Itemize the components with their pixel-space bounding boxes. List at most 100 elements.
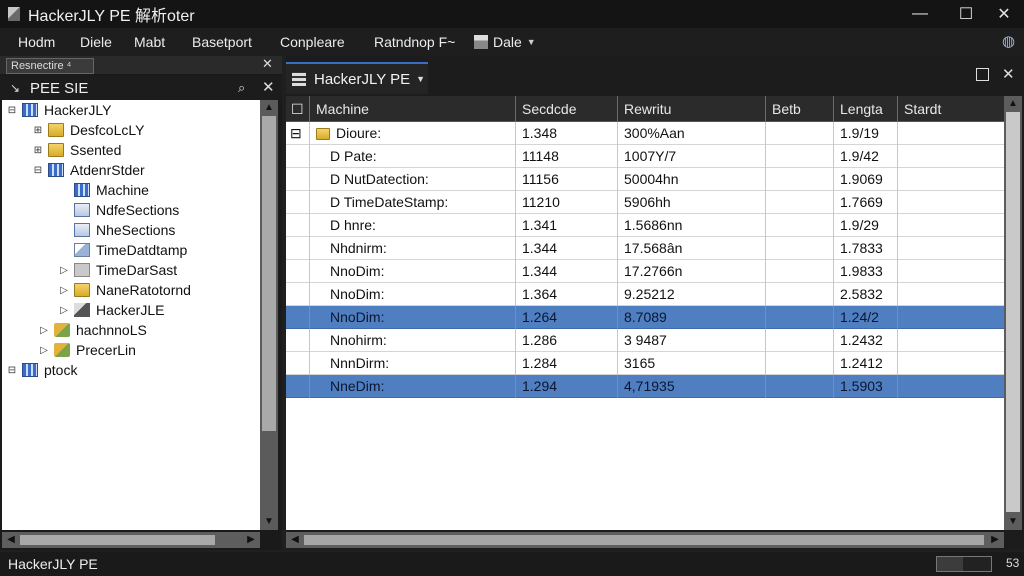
tree-item[interactable]: Machine [58,180,149,200]
tree-item[interactable]: ▷ TimeDarSast [58,260,177,280]
tree-item[interactable]: ⊞ Ssented [32,140,122,160]
scroll-up-icon[interactable]: ▲ [1004,96,1022,112]
globe-icon[interactable]: ◍ [1002,28,1015,56]
tree-item[interactable]: NdfeSections [58,200,179,220]
search-icon[interactable]: ⌕ [238,80,245,96]
tree-item-label: PrecerLin [76,342,136,358]
tree-item[interactable]: ▷ hachnnoLS [38,320,147,340]
close-icon[interactable]: ✕ [1002,65,1015,83]
expand-icon[interactable]: ⊞ [32,125,44,136]
scroll-down-icon[interactable]: ▼ [1004,514,1022,530]
table-row[interactable]: D Pate: 11148 1007Y/7 1.9/42 [286,145,1004,168]
document-icon [74,223,90,237]
column-header[interactable]: Machine [310,96,516,122]
cell-text: 1.2432 [840,332,883,348]
grid-horizontal-scrollbar[interactable]: ◀ ▶ [286,532,1004,548]
expand-icon[interactable]: ▷ [58,265,70,276]
scroll-down-icon[interactable]: ▼ [260,514,278,530]
table-cell: 1.341 [516,214,618,237]
cell-text: 1.348 [522,125,558,141]
tree-item[interactable]: NheSections [58,220,175,240]
folder-icon [316,128,330,141]
scroll-left-icon[interactable]: ◀ [2,532,20,548]
table-cell: 1.7833 [834,237,898,260]
tree-vertical-scrollbar[interactable]: ▲ ▼ [260,100,278,530]
collapse-icon[interactable]: ⊟ [32,165,44,176]
table-row[interactable]: D TimeDateStamp: 11210 5906hh 1.7669 [286,191,1004,214]
select-all-checkbox[interactable]: ☐ [286,96,310,122]
expand-icon[interactable]: ▷ [38,325,50,336]
tree-item[interactable]: ▷ NaneRatotornd [58,280,191,300]
table-cell: 17.568ân [618,237,766,260]
tree-item[interactable]: ⊟ AtdenrStder [32,160,145,180]
table-row[interactable]: Nnohirm: 1.286 3 9487 1.2432 [286,329,1004,352]
left-panel-tab[interactable]: Resnectire ⁴ [6,58,94,74]
scrollbar-thumb[interactable] [20,535,215,545]
scrollbar-thumb[interactable] [304,535,984,545]
menu-item-ratndnop[interactable]: Ratndnop F~ [374,28,455,56]
close-button[interactable]: ✕ [984,0,1024,28]
column-header[interactable]: Betb [766,96,834,122]
layout-icon[interactable] [976,68,989,81]
menu-item-mabt[interactable]: Mabt [134,28,165,56]
table-row[interactable]: D NutDatection: 11156 50004hn 1.9069 [286,168,1004,191]
scroll-right-icon[interactable]: ▶ [242,532,260,548]
tree-item-hackerjly[interactable]: ⊟ HackerJLY [6,100,112,120]
table-row[interactable]: D hnre: 1.341 1.5686nn 1.9/29 [286,214,1004,237]
table-cell: 3 9487 [618,329,766,352]
collapse-icon[interactable]: ⊟ [6,105,18,116]
table-row[interactable]: NnnDirm: 1.284 3165 1.2412 [286,352,1004,375]
menu-item-dale[interactable]: Dale ▼ [474,28,536,56]
scroll-up-icon[interactable]: ▲ [260,100,278,116]
tree-item[interactable]: TimeDatdtamp [58,240,187,260]
left-panel-title: PEE SIE [30,79,89,97]
minimize-button[interactable]: — [900,0,940,28]
menu-item-diele[interactable]: Diele [80,28,112,56]
maximize-button[interactable]: ☐ [946,0,986,28]
tree-view[interactable]: ⊟ HackerJLY ⊞ DesfcoLcLY ⊞ Ssented ⊟ Atd… [2,100,260,530]
menu-item-conpleare[interactable]: Conpleare [280,28,345,56]
tree-item-label: hachnnoLS [76,322,147,338]
expand-icon[interactable]: ▷ [58,285,70,296]
row-name-cell: D NutDatection: [310,168,516,191]
close-icon[interactable]: ✕ [262,78,275,96]
table-row[interactable]: ⊟ Dioure: 1.348 300%Aan 1.9/19 [286,122,1004,145]
close-icon[interactable]: ✕ [262,56,273,72]
scrollbar-thumb[interactable] [1006,112,1020,512]
tree-item[interactable]: ▷ HackerJLE [58,300,164,320]
row-name-cell: NnoDim: [310,283,516,306]
table-cell [898,168,1004,191]
folder-icon [48,123,64,137]
column-header[interactable]: Rewritu [618,96,766,122]
column-header[interactable]: Stardt [898,96,1004,122]
data-grid[interactable]: ☐ Machine Secdcde Rewritu Betb Lengta St… [286,96,1004,530]
table-cell: 1.348 [516,122,618,145]
table-row[interactable]: NnoDim: 1.364 9.25212 2.5832 [286,283,1004,306]
table-row[interactable]: Nhdnirm: 1.344 17.568ân 1.7833 [286,237,1004,260]
expand-icon[interactable]: ▷ [38,345,50,356]
pin-icon[interactable]: ↘ [10,81,20,95]
grid-vertical-scrollbar[interactable]: ▲ ▼ [1004,96,1022,530]
expand-icon[interactable]: ▷ [58,305,70,316]
expand-icon[interactable]: ⊞ [32,145,44,156]
collapse-icon[interactable]: ⊟ [6,365,18,376]
chevron-down-icon[interactable]: ▼ [416,74,425,84]
table-row[interactable]: NneDim: 1.294 4,71935 1.5903 [286,375,1004,398]
scrollbar-thumb[interactable] [262,116,276,431]
tree-item[interactable]: ▷ PrecerLin [38,340,136,360]
menu-item-hodm[interactable]: Hodm [18,28,55,56]
expand-icon[interactable]: ⊟ [286,122,310,145]
scroll-left-icon[interactable]: ◀ [286,532,304,548]
column-header[interactable]: Lengta [834,96,898,122]
table-cell [898,237,1004,260]
table-row[interactable]: NnoDim: 1.264 8.7089 1.24/2 [286,306,1004,329]
tree-horizontal-scrollbar[interactable]: ◀ ▶ [2,532,260,548]
table-row[interactable]: NnoDim: 1.344 17.2766n 1.9833 [286,260,1004,283]
status-number: 53 [1006,556,1020,570]
document-tab[interactable]: HackerJLY PE ▼ [286,62,428,94]
menu-item-basetport[interactable]: Basetport [192,28,252,56]
tree-item[interactable]: ⊞ DesfcoLcLY [32,120,145,140]
tree-item[interactable]: ⊟ ptock [6,360,78,380]
column-header[interactable]: Secdcde [516,96,618,122]
scroll-right-icon[interactable]: ▶ [986,532,1004,548]
